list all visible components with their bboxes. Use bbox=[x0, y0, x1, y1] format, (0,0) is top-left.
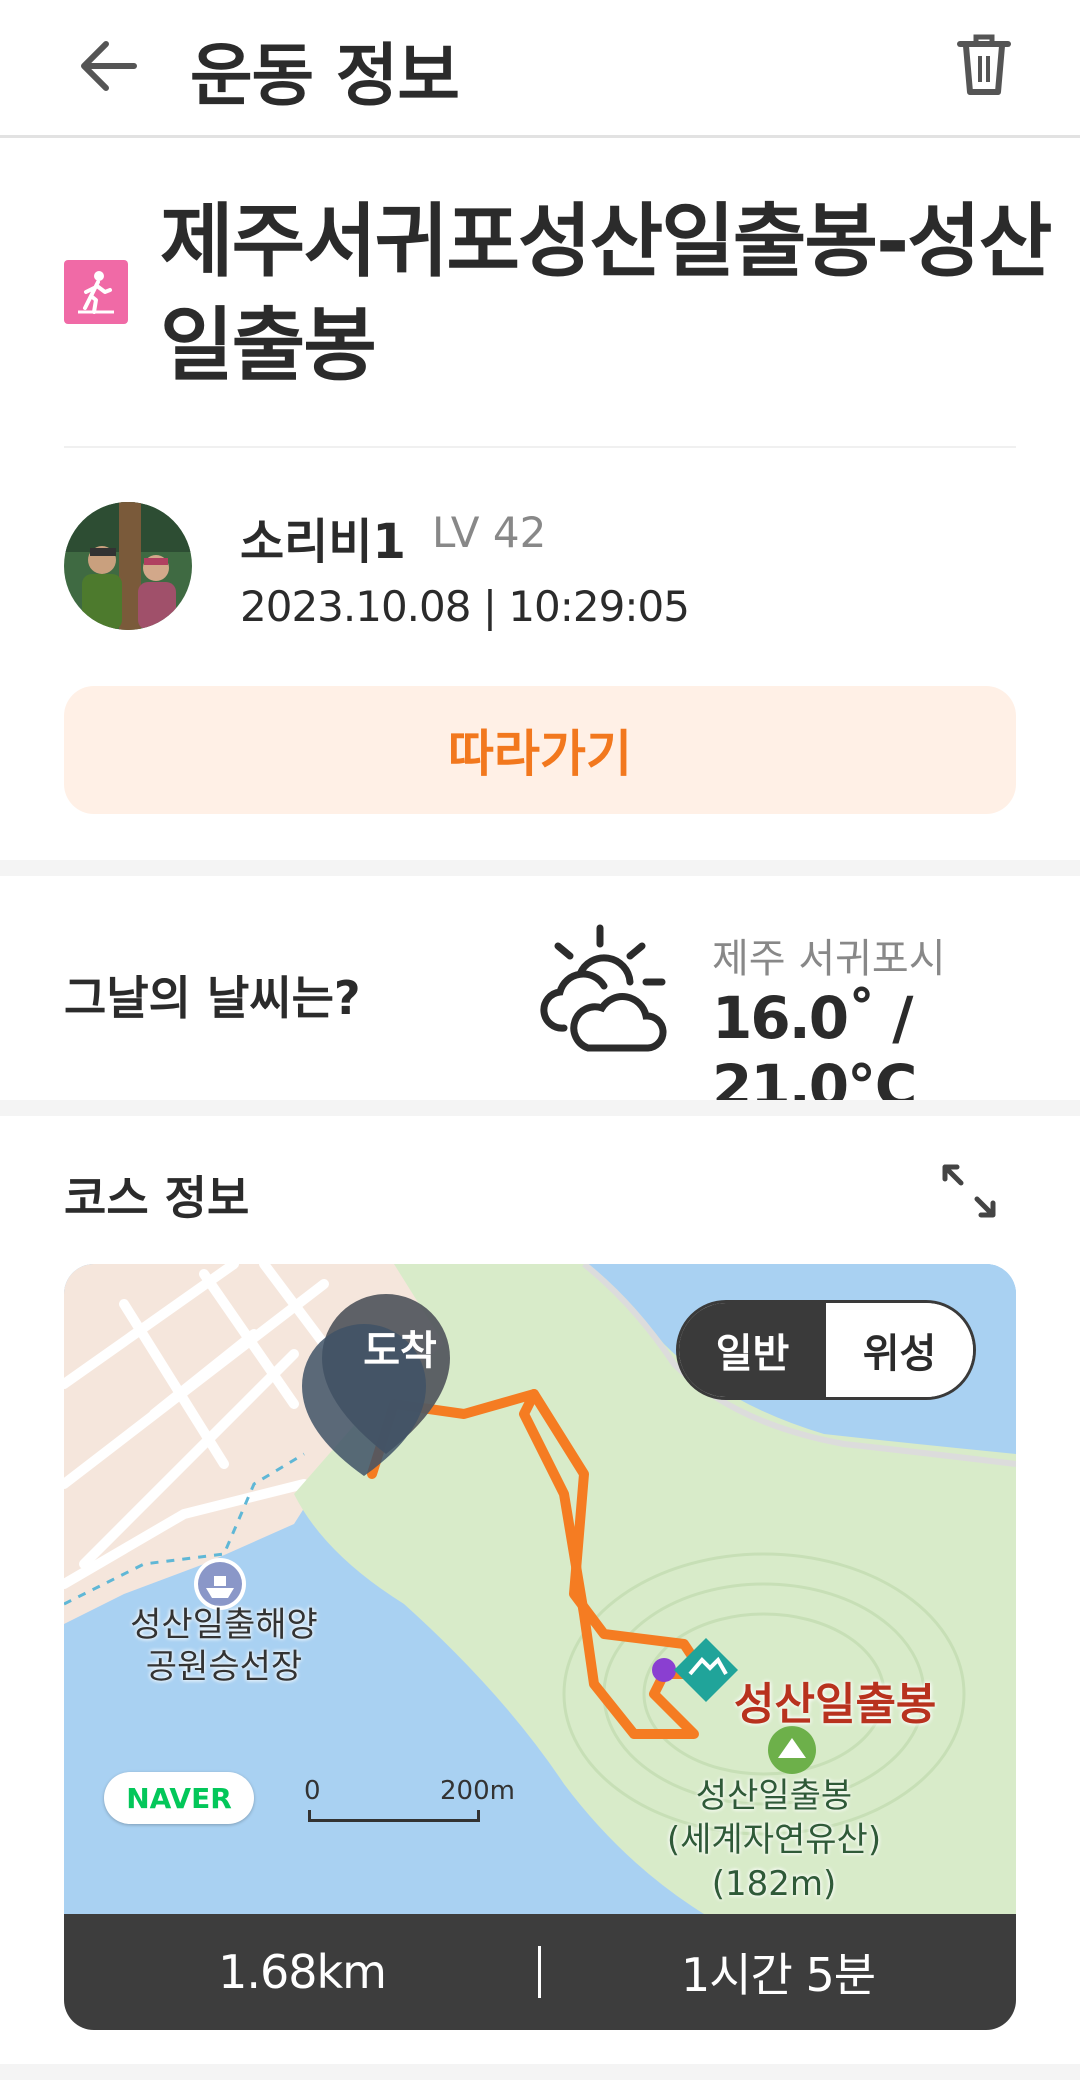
course-duration: 1시간 5분 bbox=[680, 1948, 876, 2002]
section-divider bbox=[0, 2064, 1080, 2080]
scale-distance-label: 200m bbox=[440, 1776, 515, 1806]
activity-datetime: 2023.10.08 | 10:29:05 bbox=[240, 582, 690, 631]
map-type-toggle[interactable]: 일반 위성 bbox=[676, 1300, 976, 1400]
poi-peak-sub-line-2: (세계자연유산) bbox=[666, 1820, 882, 1860]
section-divider bbox=[0, 860, 1080, 876]
course-distance: 1.68km bbox=[218, 1945, 387, 1999]
divider bbox=[64, 446, 1016, 448]
poi-ferry-line-2: 공원승선장 bbox=[145, 1647, 303, 1687]
hiking-icon bbox=[64, 260, 128, 324]
user-name[interactable]: 소리비1 bbox=[240, 502, 406, 572]
partly-cloudy-icon bbox=[530, 920, 670, 1060]
poi-peak-label: 성산일출봉 bbox=[734, 1679, 937, 1730]
poi-peak-sub-line-1: 성산일출봉 bbox=[695, 1776, 853, 1816]
map-type-satellite[interactable]: 위성 bbox=[826, 1303, 973, 1397]
arrival-pin-label[interactable]: 도착 bbox=[350, 1318, 450, 1376]
expand-map-button[interactable] bbox=[934, 1156, 1004, 1226]
avatar[interactable] bbox=[64, 502, 192, 630]
expand-icon bbox=[942, 1164, 996, 1218]
weather-region: 제주 서귀포시 bbox=[712, 936, 946, 982]
top-app-bar: 운동 정보 bbox=[0, 0, 1080, 138]
weather-label: 그날의 날씨는? bbox=[64, 971, 361, 1025]
poi-ferry-label: 성산일출해양 공원승선장 bbox=[104, 1604, 344, 1688]
page-title: 운동 정보 bbox=[190, 37, 460, 116]
course-stats-bar: 1.68km 1시간 5분 bbox=[64, 1914, 1016, 2030]
user-level: LV 42 bbox=[432, 508, 547, 557]
course-section-title: 코스 정보 bbox=[64, 1171, 250, 1225]
map-type-normal[interactable]: 일반 bbox=[679, 1303, 826, 1397]
naver-logo[interactable]: NAVER bbox=[104, 1772, 254, 1824]
trash-icon bbox=[957, 34, 1011, 95]
poi-peak-sub-label: 성산일출봉 (세계자연유산) (182m) bbox=[654, 1774, 894, 1906]
course-map[interactable]: 일반 위성 도착 성산일출해양 공원승선장 성산일출봉 성산일출봉 (세계자연유… bbox=[64, 1264, 1016, 1914]
poi-ferry-line-1: 성산일출해양 bbox=[130, 1605, 318, 1645]
scale-zero-label: 0 bbox=[304, 1776, 321, 1806]
arrow-left-icon bbox=[81, 41, 137, 91]
delete-button[interactable] bbox=[946, 22, 1022, 106]
follow-button[interactable]: 따라가기 bbox=[64, 686, 1016, 814]
poi-peak-sub-line-3: (182m) bbox=[711, 1864, 837, 1904]
map-scale-bar bbox=[308, 1810, 480, 1822]
course-title: 제주서귀포성산일출봉-성산일출봉 bbox=[160, 195, 1052, 392]
section-divider bbox=[0, 1100, 1080, 1116]
back-button[interactable] bbox=[70, 28, 146, 104]
